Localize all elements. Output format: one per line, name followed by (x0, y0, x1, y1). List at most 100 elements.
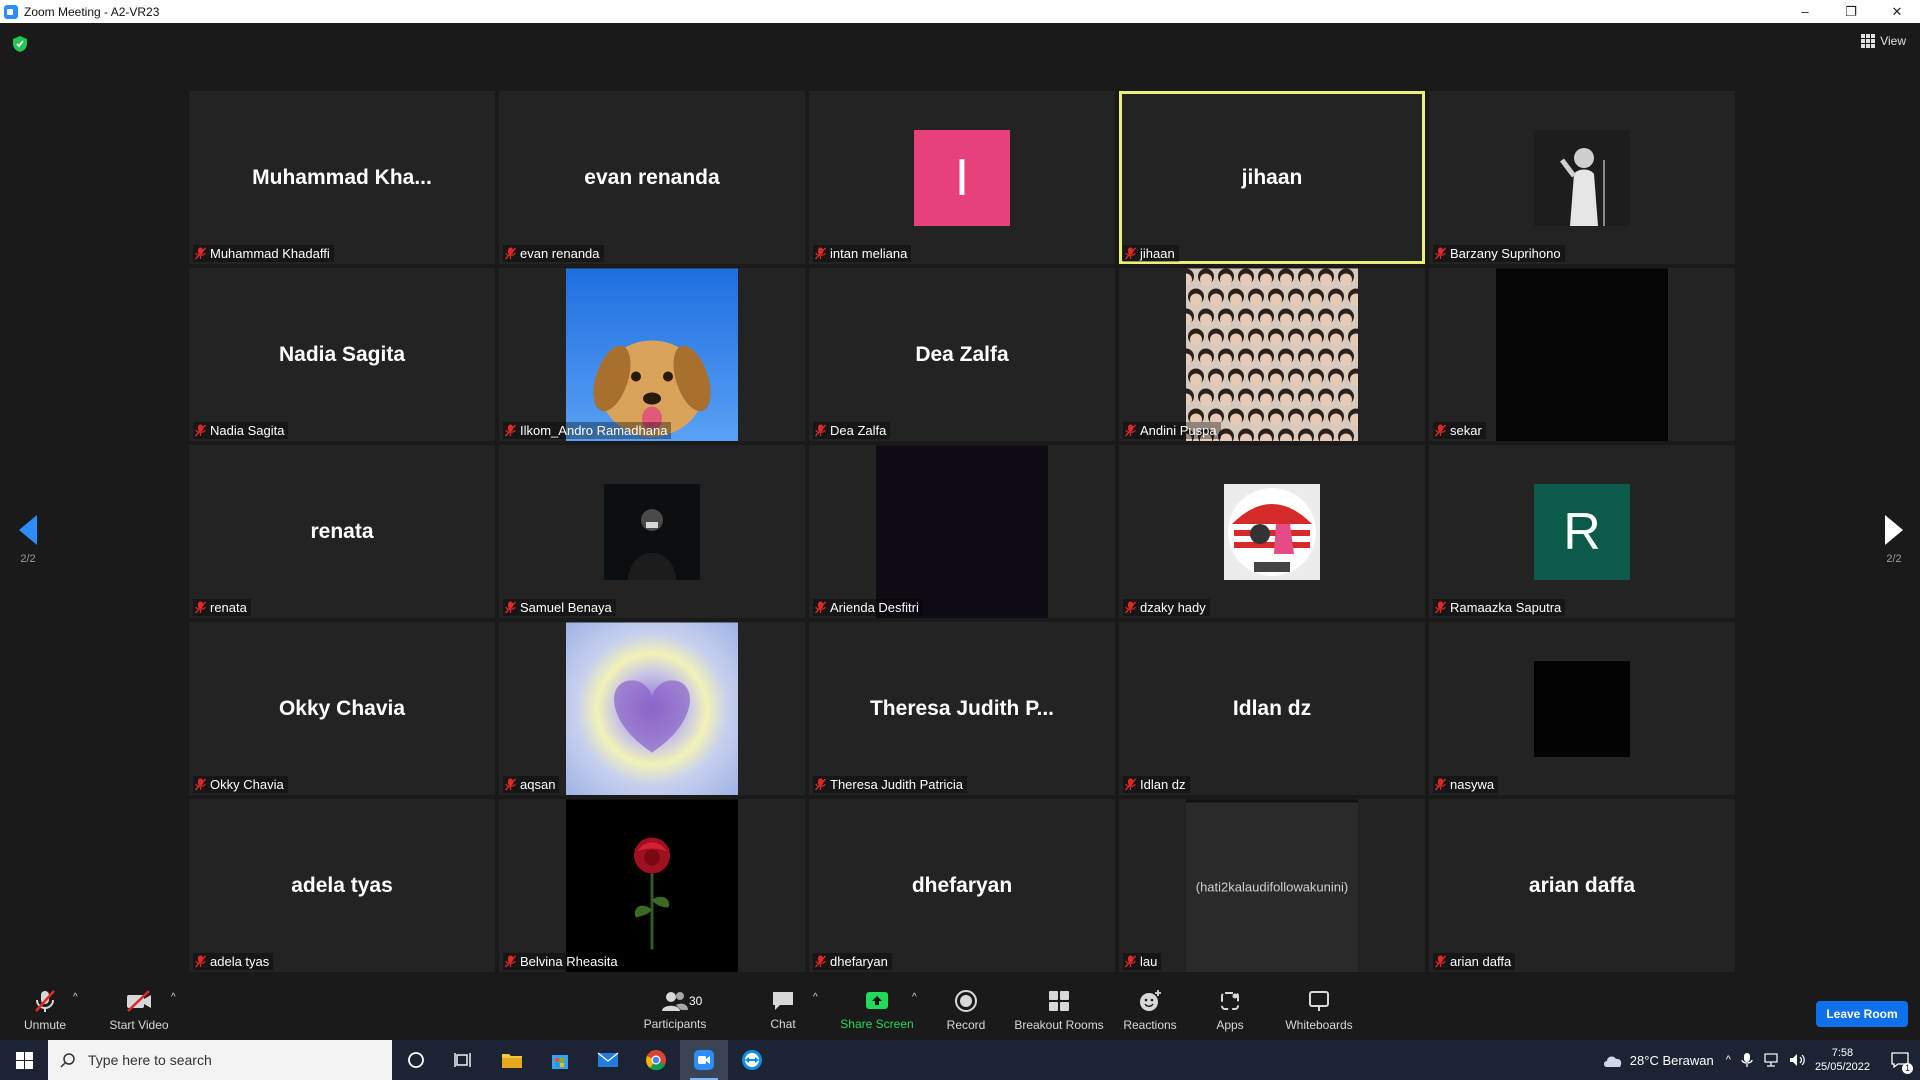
teamviewer-button[interactable] (728, 1040, 776, 1080)
show-hidden-icons-caret-icon[interactable]: ^ (1726, 1054, 1731, 1066)
participant-tile-active-speaker[interactable]: jihaan jihaan (1119, 91, 1425, 264)
participant-tile[interactable]: Idlan dz Idlan dz (1119, 622, 1425, 795)
record-icon (955, 989, 977, 1012)
participant-name: Samuel Benaya (520, 600, 612, 615)
participant-name: adela tyas (210, 954, 270, 969)
muted-microphone-icon (1435, 601, 1446, 614)
breakout-rooms-label: Breakout Rooms (1014, 1017, 1104, 1032)
participant-tile[interactable]: (hati2kalaudifollowakunini) lau (1119, 799, 1425, 972)
microphone-tray-icon[interactable] (1741, 1052, 1753, 1068)
participant-name: Theresa Judith Patricia (830, 777, 963, 792)
previous-page-button[interactable]: 2/2 (8, 515, 48, 565)
camera-off-black-frame (1534, 660, 1630, 757)
zoom-taskbar-button[interactable] (680, 1040, 728, 1080)
participant-display-name: Dea Zalfa (915, 342, 1009, 366)
weather-text[interactable]: 28°C Berawan (1630, 1053, 1714, 1068)
mail-button[interactable] (584, 1040, 632, 1080)
start-video-button[interactable]: Start Video (106, 980, 172, 1040)
chat-button[interactable]: Chat (763, 980, 803, 1040)
participant-name: Idlan dz (1140, 777, 1186, 792)
share-screen-button[interactable]: Share Screen (840, 980, 914, 1040)
muted-microphone-icon (1125, 601, 1136, 614)
microsoft-store-button[interactable] (536, 1040, 584, 1080)
avatar-initial: R (1563, 502, 1601, 561)
participant-name: arian daffa (1450, 954, 1512, 969)
apps-button[interactable]: Apps (1210, 980, 1250, 1040)
participant-tile[interactable]: Belvina Rheasita (499, 799, 805, 972)
participant-tile[interactable]: arian daffa arian daffa (1429, 799, 1735, 972)
participant-tile[interactable]: Ilkom_Andro Ramadhana (499, 268, 805, 441)
search-icon (60, 1053, 75, 1068)
participant-name-label: dzaky hady (1123, 599, 1210, 616)
start-button[interactable] (0, 1040, 48, 1080)
teamviewer-icon (742, 1050, 762, 1070)
task-view-button[interactable] (440, 1040, 488, 1080)
participant-tile[interactable]: Okky Chavia Okky Chavia (189, 622, 495, 795)
muted-microphone-icon (505, 778, 516, 791)
close-button[interactable]: ✕ (1874, 0, 1920, 23)
whiteboard-icon (1309, 990, 1329, 1011)
restore-button[interactable]: ❐ (1828, 0, 1874, 23)
unmute-button[interactable]: Unmute (20, 980, 70, 1040)
participant-tile[interactable]: aqsan (499, 622, 805, 795)
chrome-button[interactable] (632, 1040, 680, 1080)
weather-cloud-icon[interactable] (1602, 1052, 1624, 1068)
participant-tile[interactable]: Andini Puspa (1119, 268, 1425, 441)
video-gallery: Muhammad Kha... Muhammad Khadaffi evan ren… (189, 91, 1735, 972)
page-indicator-right: 2/2 (1886, 553, 1902, 565)
network-icon[interactable] (1763, 1053, 1781, 1067)
audio-options-caret-icon[interactable]: ^ (73, 992, 78, 1003)
taskbar-search-box[interactable]: Type here to search (48, 1040, 392, 1080)
volume-icon[interactable] (1789, 1053, 1807, 1067)
participant-tile[interactable]: Muhammad Kha... Muhammad Khadaffi (189, 91, 495, 264)
participants-count: 30 (689, 994, 703, 1008)
participant-tile[interactable]: sekar (1429, 268, 1735, 441)
participant-tile[interactable]: Theresa Judith P... Theresa Judith Patric… (809, 622, 1115, 795)
participant-name: Arienda Desfitri (830, 600, 919, 615)
file-explorer-button[interactable] (488, 1040, 536, 1080)
participant-tile[interactable]: Dea Zalfa Dea Zalfa (809, 268, 1115, 441)
participant-tile[interactable]: Iintan meliana (809, 91, 1115, 264)
encryption-shield-icon[interactable] (12, 35, 28, 53)
participant-name-label: nasywa (1433, 776, 1499, 793)
whiteboards-button[interactable]: Whiteboards (1283, 980, 1355, 1040)
notification-center-button[interactable]: 1 (1880, 1040, 1920, 1080)
participant-tile[interactable]: Samuel Benaya (499, 445, 805, 618)
avatar-letter: I (914, 129, 1010, 226)
muted-microphone-icon (1125, 778, 1136, 791)
share-options-caret-icon[interactable]: ^ (912, 992, 917, 1003)
leave-room-button[interactable]: Leave Room (1816, 1001, 1908, 1027)
participants-button[interactable]: Participants (640, 980, 710, 1040)
record-button[interactable]: Record (945, 980, 987, 1040)
reactions-button[interactable]: Reactions (1122, 980, 1178, 1040)
participant-tile[interactable]: Nadia Sagita Nadia Sagita (189, 268, 495, 441)
participant-tile[interactable]: dhefaryan dhefaryan (809, 799, 1115, 972)
participant-tile[interactable]: Arienda Desfitri (809, 445, 1115, 618)
participant-tile[interactable]: nasywa (1429, 622, 1735, 795)
participant-tile[interactable]: evan renanda evan renanda (499, 91, 805, 264)
meeting-toolbar: Unmute ^ Start Video ^ Participants 30 C… (0, 980, 1920, 1040)
participant-tile[interactable]: renata renata (189, 445, 495, 618)
chat-options-caret-icon[interactable]: ^ (813, 992, 818, 1003)
minimize-button[interactable]: – (1782, 0, 1828, 23)
profile-photo (604, 483, 700, 580)
video-options-caret-icon[interactable]: ^ (171, 992, 176, 1003)
view-button[interactable]: View (1861, 34, 1906, 48)
participant-tile[interactable]: adela tyas adela tyas (189, 799, 495, 972)
participant-name-label: renata (193, 599, 251, 616)
breakout-rooms-icon (1049, 990, 1069, 1011)
folder-icon (502, 1054, 522, 1068)
breakout-rooms-button[interactable]: Breakout Rooms (1013, 980, 1105, 1040)
cortana-button[interactable] (392, 1040, 440, 1080)
muted-microphone-icon (1435, 424, 1446, 437)
clock[interactable]: 7:58 25/05/2022 (1815, 1046, 1870, 1074)
muted-microphone-icon (505, 424, 516, 437)
window-title: Zoom Meeting - A2-VR23 (24, 4, 160, 19)
participant-tile[interactable]: PERSIJA dzaky hady (1119, 445, 1425, 618)
profile-photo (566, 799, 738, 972)
participant-tile[interactable]: R Ramaazka Saputra (1429, 445, 1735, 618)
participant-tile[interactable]: Barzany Suprihono (1429, 91, 1735, 264)
participant-name-label: sekar (1433, 422, 1486, 439)
next-page-button[interactable]: 2/2 (1874, 515, 1914, 565)
chat-label: Chat (770, 1016, 796, 1031)
